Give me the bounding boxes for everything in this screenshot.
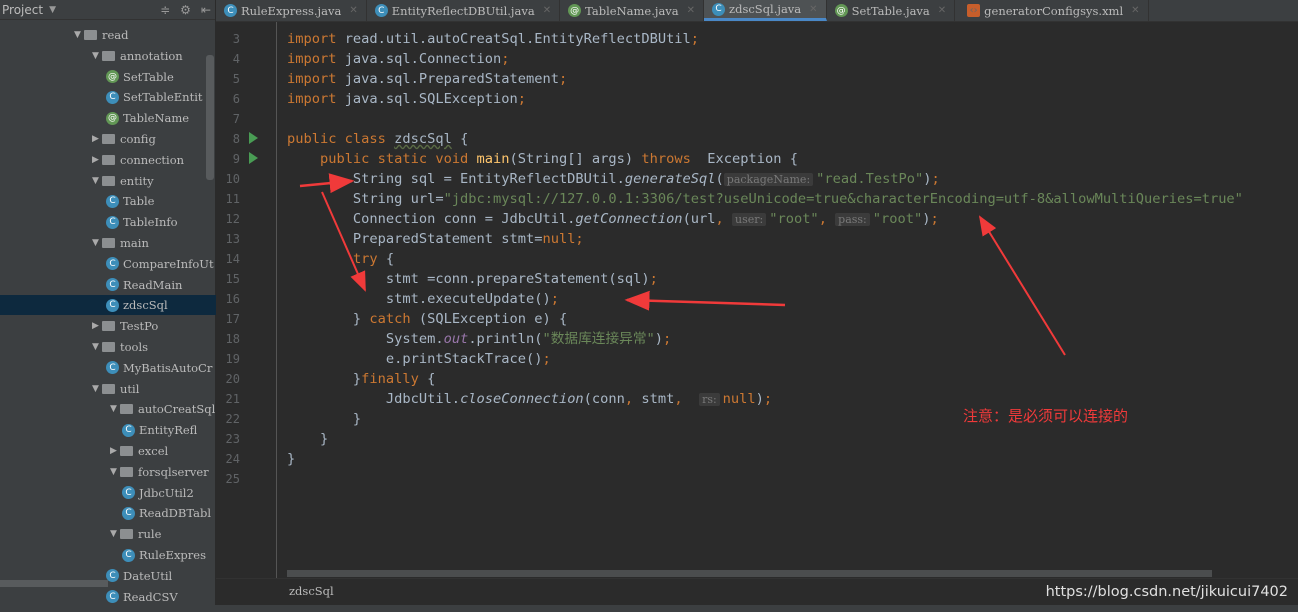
red-arrow <box>978 215 1066 356</box>
red-arrow <box>321 191 366 292</box>
red-arrow <box>624 290 786 311</box>
red-arrow <box>299 173 355 194</box>
annotation-arrows <box>299 173 1066 356</box>
